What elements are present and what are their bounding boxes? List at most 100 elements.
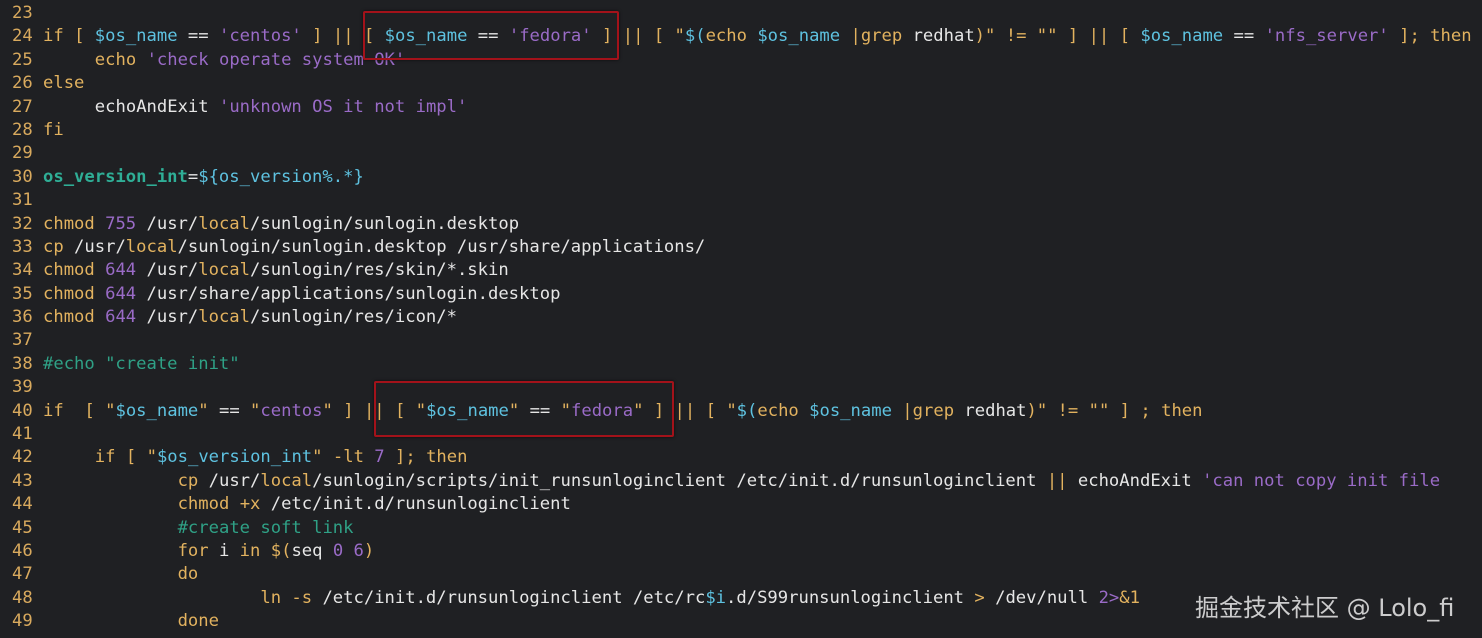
code-line[interactable]: 25 echo 'check operate system OK'	[0, 49, 1482, 72]
code-token: echo	[757, 400, 799, 421]
code-token: >	[974, 587, 985, 608]
code-token: "	[198, 400, 209, 421]
code-line[interactable]: 36 chmod 644 /usr/local/sunlogin/res/icon…	[0, 306, 1482, 329]
code-token: "	[674, 26, 685, 47]
code-token: 'can not copy init file	[1202, 470, 1441, 491]
code-line[interactable]: 35 chmod 644 /usr/share/applications/sunl…	[0, 283, 1482, 306]
code-token: /etc/init.d/runsunloginclient	[260, 494, 571, 515]
line-number: 45	[12, 517, 33, 538]
code-token: $os_name	[94, 26, 178, 47]
code-line[interactable]: 45 #create soft link	[0, 517, 1482, 540]
code-line[interactable]: 30 os_version_int=${os_version%.*}	[0, 166, 1482, 189]
code-token: for	[177, 540, 209, 561]
code-line[interactable]: 24 if [ $os_name == 'centos' ] || [ $os_n…	[0, 25, 1482, 48]
line-number: 34	[12, 260, 33, 281]
code-token: ;	[1140, 400, 1151, 421]
line-number: 26	[12, 73, 33, 94]
code-token: /usr/	[63, 236, 126, 257]
code-token: /sunlogin/sunlogin.desktop	[250, 213, 520, 234]
code-line[interactable]: 31	[0, 189, 1482, 212]
code-line[interactable]: 47 do	[0, 563, 1482, 586]
code-line[interactable]: 43 cp /usr/local/sunlogin/scripts/init_r…	[0, 470, 1482, 493]
code-token: ln -s	[260, 587, 313, 608]
code-token: ];	[395, 447, 416, 468]
code-token: 'nfs_server'	[1264, 26, 1389, 47]
code-token: /usr/share/applications/sunlogin.desktop	[136, 283, 561, 304]
code-token: [	[705, 400, 716, 421]
code-line[interactable]: 39	[0, 376, 1482, 399]
code-token: /sunlogin/scripts/init_runsunloginclient…	[312, 470, 1047, 491]
code-token: "	[726, 400, 737, 421]
code-token: centos	[260, 400, 323, 421]
code-token: i	[208, 540, 240, 561]
code-line[interactable]: 46 for i in $(seq 0 6)	[0, 540, 1482, 563]
code-line[interactable]: 26 else	[0, 72, 1482, 95]
code-token: if	[43, 26, 64, 47]
code-token: /sunlogin/sunlogin.desktop /usr/share/ap…	[177, 236, 706, 257]
code-token: 644	[105, 260, 137, 281]
code-token: echoAndExit	[1067, 470, 1203, 491]
code-token: |grep	[850, 26, 903, 47]
highlight-box-fedora-line-40	[374, 381, 674, 437]
code-line[interactable]: 27 echoAndExit 'unknown OS it not impl'	[0, 96, 1482, 119]
code-editor[interactable]: 23 24 if [ $os_name == 'centos' ] || [ $os…	[0, 2, 1482, 634]
code-token: .d/S99runsunloginclient	[726, 587, 975, 608]
code-line[interactable]: 23	[0, 2, 1482, 25]
code-token: then	[1161, 400, 1203, 421]
line-number: 27	[12, 96, 33, 117]
code-line[interactable]: 42 if [ "$os_version_int" -lt 7 ]; then	[0, 446, 1482, 469]
code-line[interactable]: 37	[0, 329, 1482, 352]
code-token: chmod	[43, 260, 95, 281]
code-line[interactable]: 32 chmod 755 /usr/local/sunlogin/sunlogin…	[0, 213, 1482, 236]
code-token: echoAndExit	[43, 96, 219, 117]
code-token: )"	[1026, 400, 1048, 421]
code-line[interactable]: 38 #echo "create init"	[0, 353, 1482, 376]
code-token: then	[426, 447, 468, 468]
code-token: [	[74, 26, 85, 47]
code-token: 'unknown OS it not impl'	[218, 96, 468, 117]
code-token: =	[187, 166, 199, 187]
code-line[interactable]: 40 if [ "$os_name" == "centos" ] || [ "$o…	[0, 400, 1482, 423]
line-number: 30	[12, 166, 33, 187]
code-token: ||	[1046, 470, 1068, 491]
code-token: 'centos'	[218, 26, 302, 47]
code-token: 644	[105, 283, 137, 304]
code-token: $os_version_int	[156, 447, 313, 468]
code-line[interactable]: 33 cp /usr/local/sunlogin/sunlogin.deskto…	[0, 236, 1482, 259]
code-token: cp	[177, 470, 199, 491]
code-token: [	[653, 26, 665, 47]
code-line[interactable]: 28 fi	[0, 119, 1482, 142]
code-token: #create soft link	[177, 517, 354, 538]
code-token: ==	[177, 26, 219, 47]
line-number: 28	[12, 119, 33, 140]
code-token: ];	[1399, 26, 1420, 47]
code-token: 755	[105, 213, 137, 234]
code-line[interactable]: 41	[0, 423, 1482, 446]
code-line[interactable]: 29	[0, 142, 1482, 165]
code-line[interactable]: 34 chmod 644 /usr/local/sunlogin/res/skin…	[0, 259, 1482, 282]
line-number: 25	[12, 49, 33, 70]
line-number: 48	[12, 587, 33, 608]
code-line[interactable]: 44 chmod +x /etc/init.d/runsunloginclien…	[0, 493, 1482, 516]
line-number: 44	[12, 494, 33, 515]
code-token: chmod	[43, 307, 95, 328]
code-token: /usr/	[136, 307, 199, 328]
code-token: seq	[291, 540, 333, 561]
